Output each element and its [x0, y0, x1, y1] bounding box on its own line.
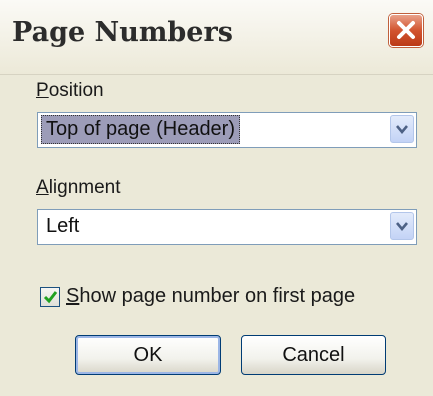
dialog-title: Page Numbers — [12, 17, 233, 48]
title-bar[interactable]: Page Numbers — [0, 0, 433, 74]
ok-button[interactable]: OK — [75, 335, 221, 375]
first-page-checkbox-label[interactable]: Show page number on first page — [66, 285, 355, 308]
position-value: Top of page (Header) — [41, 115, 241, 144]
alignment-value: Left — [46, 215, 80, 237]
chevron-down-icon — [396, 222, 408, 231]
position-dropdown-button[interactable] — [390, 115, 414, 143]
alignment-select[interactable]: Left — [37, 209, 417, 245]
page-numbers-dialog: Page Numbers Position Top of page (Heade… — [0, 0, 433, 396]
title-divider — [0, 74, 433, 75]
alignment-label: Alignment — [36, 177, 121, 198]
close-x-icon — [397, 21, 415, 39]
first-page-checkbox[interactable] — [40, 287, 60, 307]
alignment-dropdown-button[interactable] — [390, 212, 414, 240]
cancel-button[interactable]: Cancel — [241, 335, 386, 375]
checkmark-icon — [43, 291, 58, 304]
chevron-down-icon — [396, 125, 408, 134]
position-label: Position — [36, 80, 104, 101]
position-select[interactable]: Top of page (Header) — [37, 112, 417, 148]
close-button[interactable] — [389, 14, 423, 47]
